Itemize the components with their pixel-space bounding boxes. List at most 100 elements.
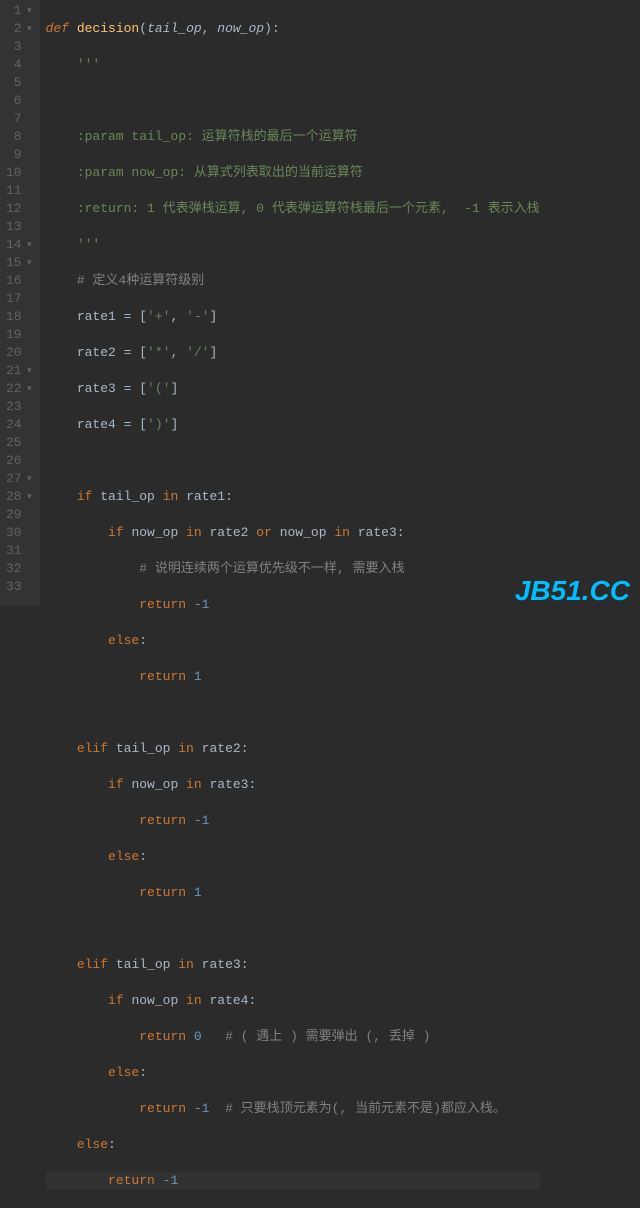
code-line: # 定义4种运算符级别 [46,272,540,290]
gutter-line: 24 [6,416,32,434]
code-line: rate4 = [')'] [46,416,540,434]
code-line: else: [46,1064,540,1082]
code-line: return -1 # 只要栈顶元素为(, 当前元素不是)都应入栈。 [46,1100,540,1118]
gutter-line: 32 [6,560,32,578]
gutter-line: 20 [6,344,32,362]
line-number: 22 [6,380,22,398]
line-number: 17 [6,290,22,308]
line-number: 14 [6,236,22,254]
gutter-line: 11 [6,182,32,200]
code-line: rate2 = ['*', '/'] [46,344,540,362]
code-line: rate1 = ['+', '-'] [46,308,540,326]
gutter-line: 9 [6,146,32,164]
gutter-line: 8 [6,128,32,146]
code-line: elif tail_op in rate3: [46,956,540,974]
line-number: 11 [6,182,22,200]
gutter-line: 4 [6,56,32,74]
fold-icon[interactable]: ▾ [24,362,32,380]
code-line: return -1 [46,596,540,614]
gutter-line: 22▾ [6,380,32,398]
line-number: 21 [6,362,22,380]
code-line: :return: 1 代表弹栈运算, 0 代表弹运算符栈最后一个元素, -1 表… [46,200,540,218]
gutter-line: 3 [6,38,32,56]
gutter-line: 6 [6,92,32,110]
line-number: 23 [6,398,22,416]
line-number: 27 [6,470,22,488]
gutter-line: 10 [6,164,32,182]
line-number: 9 [14,146,22,164]
code-line [46,452,540,470]
line-number: 3 [14,38,22,56]
gutter-line: 2▾ [6,20,32,38]
line-number: 8 [14,128,22,146]
line-number: 5 [14,74,22,92]
code-line [46,704,540,722]
line-number: 33 [6,578,22,596]
code-line: # 说明连续两个运算优先级不一样, 需要入栈 [46,560,540,578]
code-line: return 0 # ( 遇上 ) 需要弹出 (, 丢掉 ) [46,1028,540,1046]
line-gutter: 1▾2▾34567891011121314▾15▾161718192021▾22… [0,0,40,606]
line-number: 28 [6,488,22,506]
line-number: 15 [6,254,22,272]
gutter-line: 14▾ [6,236,32,254]
line-number: 7 [14,110,22,128]
code-line: else: [46,632,540,650]
code-line: if now_op in rate2 or now_op in rate3: [46,524,540,542]
code-line: ''' [46,236,540,254]
gutter-line: 25 [6,434,32,452]
gutter-line: 27▾ [6,470,32,488]
line-number: 4 [14,56,22,74]
line-number: 29 [6,506,22,524]
line-number: 1 [14,2,22,20]
line-number: 10 [6,164,22,182]
fold-icon[interactable]: ▾ [24,2,32,20]
gutter-line: 12 [6,200,32,218]
line-number: 18 [6,308,22,326]
code-line [46,920,540,938]
code-line: return -1 [46,1172,540,1190]
gutter-line: 1▾ [6,2,32,20]
fold-icon[interactable]: ▾ [24,470,32,488]
code-line: rate3 = ['('] [46,380,540,398]
line-number: 19 [6,326,22,344]
code-line: :param now_op: 从算式列表取出的当前运算符 [46,164,540,182]
code-line: return 1 [46,884,540,902]
gutter-line: 13 [6,218,32,236]
line-number: 24 [6,416,22,434]
fold-icon[interactable]: ▾ [24,488,32,506]
line-number: 31 [6,542,22,560]
code-editor: 1▾2▾34567891011121314▾15▾161718192021▾22… [0,0,640,606]
fold-icon[interactable]: ▾ [24,20,32,38]
code-line: if tail_op in rate1: [46,488,540,506]
gutter-line: 18 [6,308,32,326]
gutter-line: 16 [6,272,32,290]
gutter-line: 28▾ [6,488,32,506]
gutter-line: 30 [6,524,32,542]
line-number: 16 [6,272,22,290]
code-line: ''' [46,56,540,74]
gutter-line: 21▾ [6,362,32,380]
line-number: 32 [6,560,22,578]
gutter-line: 19 [6,326,32,344]
gutter-line: 31 [6,542,32,560]
line-number: 26 [6,452,22,470]
code-area: def decision(tail_op, now_op): ''' :para… [40,0,540,606]
code-line: :param tail_op: 运算符栈的最后一个运算符 [46,128,540,146]
code-line: return 1 [46,668,540,686]
gutter-line: 5 [6,74,32,92]
fold-icon[interactable]: ▾ [24,254,32,272]
code-line: elif tail_op in rate2: [46,740,540,758]
code-line: def decision(tail_op, now_op): [46,20,540,38]
fold-icon[interactable]: ▾ [24,236,32,254]
gutter-line: 26 [6,452,32,470]
gutter-line: 15▾ [6,254,32,272]
line-number: 20 [6,344,22,362]
fold-icon[interactable]: ▾ [24,380,32,398]
gutter-line: 29 [6,506,32,524]
gutter-line: 23 [6,398,32,416]
line-number: 2 [14,20,22,38]
gutter-line: 33 [6,578,32,596]
line-number: 25 [6,434,22,452]
code-line: if now_op in rate3: [46,776,540,794]
code-line: else: [46,1136,540,1154]
